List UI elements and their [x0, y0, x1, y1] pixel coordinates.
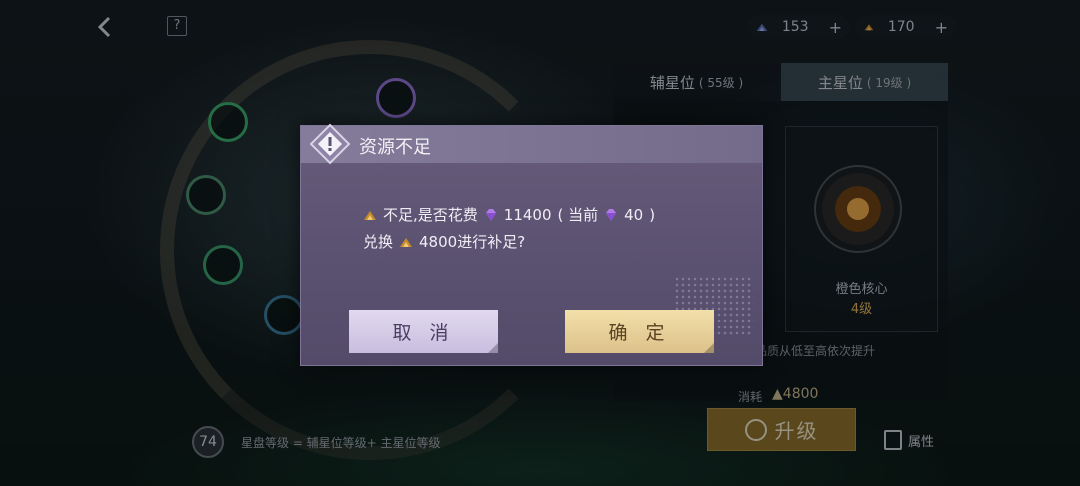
cancel-button[interactable]: 取 消: [349, 310, 498, 353]
message-text-b: ( 当前: [557, 206, 599, 224]
message-text-exchange: 兑换: [363, 233, 394, 251]
button-corner: [488, 343, 498, 353]
message-text-amount: 4800进行补足?: [419, 233, 526, 251]
confirm-button[interactable]: 确 定: [565, 310, 714, 353]
cost-gem-amount: 11400: [503, 205, 552, 224]
dialog-title: 资源不足: [359, 137, 431, 158]
insufficient-resources-dialog: 资源不足 不足,是否花费 11400 ( 当前 40 ) 兑换 4800进行补足…: [300, 123, 763, 366]
purple-gem-icon: [606, 208, 617, 221]
message-text-c: ): [649, 205, 656, 224]
purple-gem-icon: [485, 208, 496, 221]
confirm-label: 确 定: [608, 322, 671, 344]
gold-triangle-icon: [400, 237, 413, 247]
button-corner: [704, 343, 714, 353]
cancel-label: 取 消: [392, 322, 455, 344]
message-text-a: 不足,是否花费: [383, 206, 478, 224]
current-gem-amount: 40: [624, 205, 644, 224]
warning-icon: [309, 123, 351, 165]
dialog-message-line2: 兑换 4800进行补足?: [363, 231, 525, 252]
gold-triangle-icon: [364, 210, 376, 220]
dialog-message-line1: 不足,是否花费 11400 ( 当前 40 ): [363, 204, 655, 225]
